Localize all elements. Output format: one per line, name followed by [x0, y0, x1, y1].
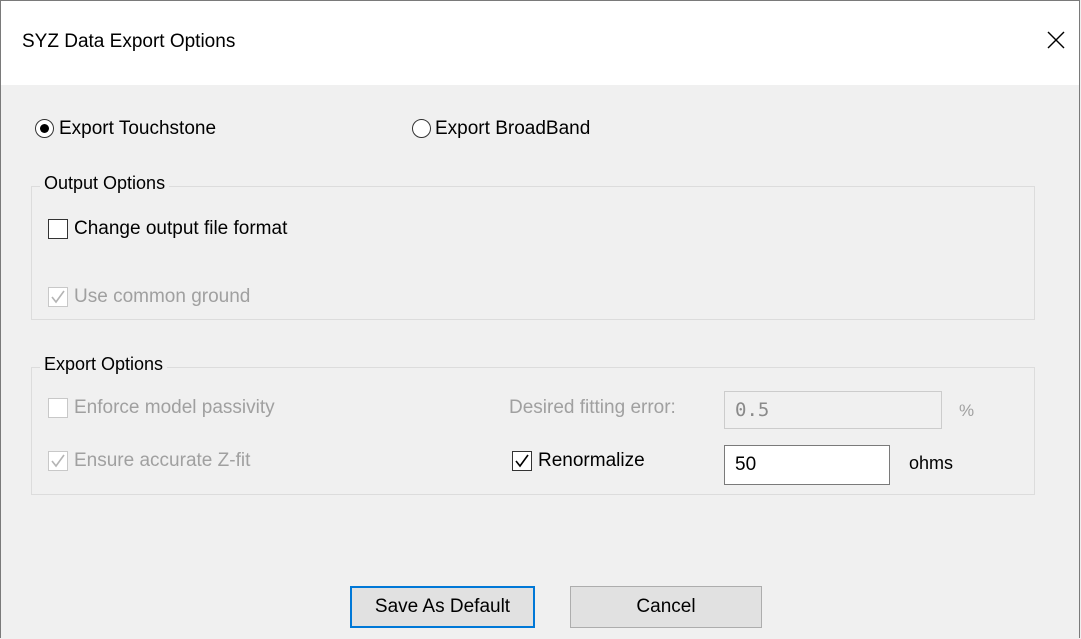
radio-selected-dot [39, 123, 49, 133]
save-as-default-label: Save As Default [374, 596, 511, 617]
save-as-default-button[interactable]: Save As Default [350, 586, 535, 628]
renormalize-checkbox[interactable] [512, 451, 532, 471]
output-options-group-label: Output Options [40, 173, 170, 194]
common-ground-label: Use common ground [74, 286, 251, 307]
fitting-error-value: 0.5 [735, 399, 770, 421]
close-button[interactable] [1039, 23, 1073, 57]
cancel-button[interactable]: Cancel [570, 586, 762, 628]
export-touchstone-radio[interactable] [35, 119, 54, 138]
common-ground-checkbox[interactable] [48, 287, 68, 307]
fitting-error-input[interactable]: 0.5 [724, 391, 942, 429]
renormalize-input[interactable]: 50 [724, 445, 890, 485]
renormalize-unit: ohms [909, 453, 954, 473]
checkmark-icon [51, 290, 65, 304]
fitting-error-label: Desired fitting error: [509, 397, 676, 418]
export-broadband-label[interactable]: Export BroadBand [435, 118, 590, 140]
export-options-dialog: SYZ Data Export Options Export Touchston… [0, 0, 1080, 638]
checkmark-icon [515, 454, 529, 468]
renormalize-label[interactable]: Renormalize [538, 450, 645, 472]
enforce-passivity-label: Enforce model passivity [74, 397, 275, 418]
export-touchstone-label[interactable]: Export Touchstone [59, 118, 216, 140]
fitting-error-unit: % [959, 401, 975, 420]
close-icon [1047, 31, 1065, 49]
title-bar: SYZ Data Export Options [1, 1, 1079, 85]
accurate-zfit-label: Ensure accurate Z-fit [74, 450, 251, 471]
change-format-checkbox[interactable] [48, 219, 68, 239]
renormalize-value: 50 [735, 454, 757, 475]
window-title: SYZ Data Export Options [22, 31, 236, 52]
accurate-zfit-checkbox[interactable] [48, 451, 68, 471]
export-options-group-label: Export Options [40, 354, 168, 375]
cancel-label: Cancel [636, 596, 696, 617]
export-broadband-radio[interactable] [412, 119, 431, 138]
checkmark-icon [51, 454, 65, 468]
change-format-label[interactable]: Change output file format [74, 218, 287, 240]
enforce-passivity-checkbox[interactable] [48, 398, 68, 418]
